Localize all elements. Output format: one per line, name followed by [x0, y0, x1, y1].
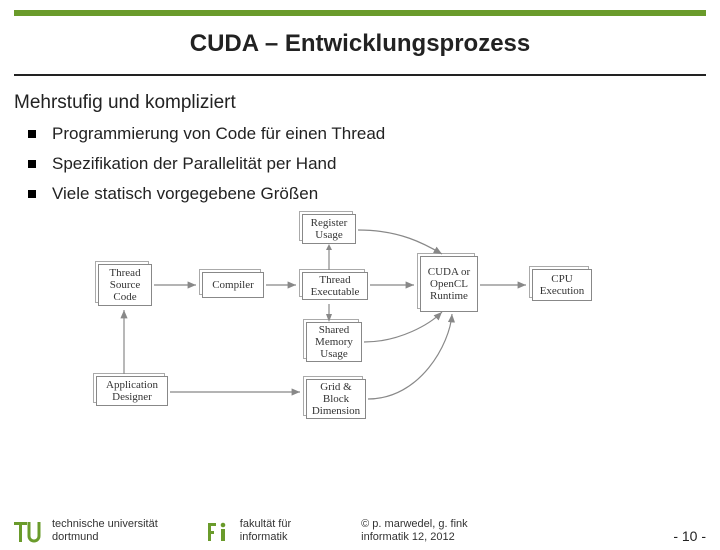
fak-line1: fakultät für [240, 518, 291, 531]
faculty-name: fakultät für informatik [240, 518, 291, 544]
fi-logo-icon [206, 520, 232, 544]
accent-bar [14, 10, 706, 16]
bullet-item: Spezifikation der Parallelität per Hand [28, 154, 706, 174]
bullet-icon [28, 160, 36, 168]
page-title: CUDA – Entwicklungsprozess [0, 30, 720, 58]
title-divider [14, 74, 706, 76]
bullet-text: Programmierung von Code für einen Thread [52, 124, 385, 144]
uni-line1: technische universität [52, 518, 158, 531]
fak-line2: informatik [240, 531, 291, 544]
bullet-text: Spezifikation der Parallelität per Hand [52, 154, 336, 174]
flow-diagram: Register Usage Thread Source Code Compil… [80, 214, 640, 429]
footer: technische universität dortmund fakultät… [14, 518, 706, 544]
bullet-icon [28, 130, 36, 138]
tu-logo-icon [14, 520, 44, 544]
bullet-item: Programmierung von Code für einen Thread [28, 124, 706, 144]
bullet-item: Viele statisch vorgegebene Größen [28, 184, 706, 204]
copy-line2: informatik 12, 2012 [361, 531, 468, 544]
bullet-text: Viele statisch vorgegebene Größen [52, 184, 318, 204]
copy-line1: © p. marwedel, g. fink [361, 518, 468, 531]
bullet-list: Programmierung von Code für einen Thread… [28, 124, 706, 204]
subheading: Mehrstufig und kompliziert [14, 92, 706, 114]
page-number: - 10 - [673, 528, 706, 544]
flow-arrows [80, 214, 640, 429]
uni-line2: dortmund [52, 531, 158, 544]
university-name: technische universität dortmund [52, 518, 158, 544]
bullet-icon [28, 190, 36, 198]
copyright: © p. marwedel, g. fink informatik 12, 20… [361, 518, 468, 544]
